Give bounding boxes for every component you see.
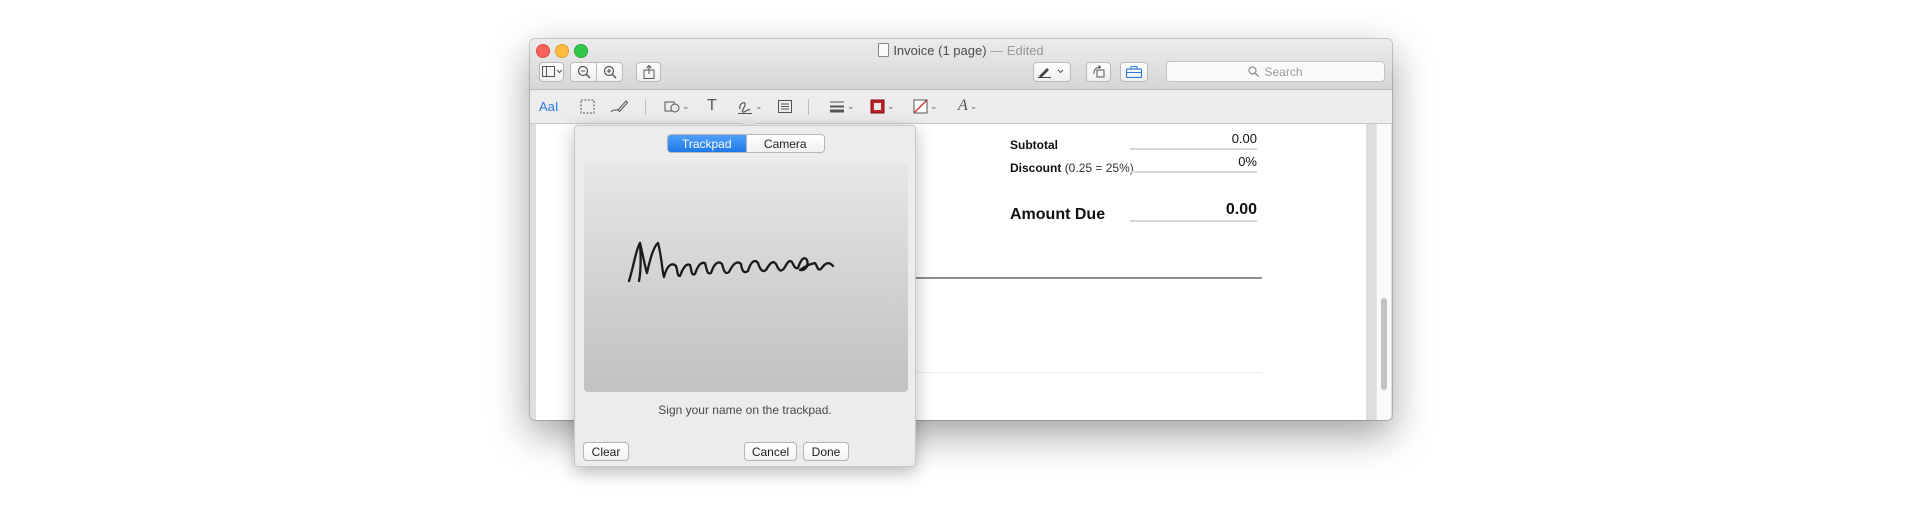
signature-hint: Sign your name on the trackpad. [658,403,832,417]
shape-style-tool[interactable]: ⌄ [829,96,855,116]
fill-color-tool[interactable]: ⌄ [913,96,938,116]
window-title-text: Invoice (1 page) [893,43,987,58]
pen-icon [1038,68,1064,78]
markup-toolbar: AaI ⌄ T ⌄ ⌄ ⌄ ⌄ A ⌄ [530,90,1392,124]
chevron-down-icon: ⌄ [930,100,938,111]
signature-drawing [627,241,835,283]
scrollbar-thumb[interactable] [1381,298,1387,390]
chevron-down-icon: ⌄ [887,100,895,111]
signature-capture-area[interactable] [584,163,908,392]
zoom-out-icon [577,65,590,79]
markup-toolbar-button[interactable] [1033,62,1071,82]
signature-icon [738,102,752,114]
title-separator: — [990,43,1004,58]
rotate-icon [1092,65,1104,78]
font-tool-label: A [958,97,968,114]
sketch-tool[interactable] [610,96,628,116]
cancel-button[interactable]: Cancel [744,442,797,461]
title-bar[interactable]: Invoice (1 page) — Edited Search [530,39,1392,90]
zoom-out-button[interactable] [570,62,597,82]
share-icon [643,65,654,79]
sketch-icon [610,99,628,112]
zoom-in-icon [603,65,616,79]
rotate-button[interactable] [1086,62,1111,82]
rectangular-selection-tool[interactable] [580,96,595,116]
note-icon [778,99,792,113]
discount-note: (0.25 = 25%) [1064,161,1134,175]
clear-button[interactable]: Clear [583,442,629,461]
sidebar-toggle-button[interactable] [539,62,564,82]
shapes-icon [664,101,680,112]
window-title: Invoice (1 page) — Edited [530,43,1392,58]
sidebar-icon [541,66,562,77]
signature-stroke [637,241,642,283]
subtotal-value[interactable]: 0.00 [1130,131,1257,146]
zoom-in-button[interactable] [596,62,623,82]
done-button[interactable]: Done [803,442,849,461]
text-selection-tool[interactable]: AaI [539,96,559,116]
border-color-icon [870,99,885,113]
chevron-down-icon: ⌄ [969,100,978,111]
vertical-scrollbar[interactable] [1376,124,1391,420]
selection-rect-icon [580,99,595,113]
document-icon [878,43,890,57]
search-placeholder: Search [1264,64,1303,79]
search-icon [1248,66,1260,77]
edited-status: Edited [1006,43,1044,58]
amount-due-label: Amount Due [1010,206,1106,223]
chevron-down-icon: ⌄ [682,100,690,111]
signature-source-segmented-control: Trackpad Camera [667,134,825,153]
tab-camera[interactable]: Camera [745,135,824,152]
discount-value[interactable]: 0% [1130,154,1257,169]
search-field[interactable]: Search [1166,61,1385,82]
subtotal-label: Subtotal [1010,138,1058,152]
discount-label: Discount (0.25 = 25%) [1010,161,1134,175]
tab-trackpad[interactable]: Trackpad [668,135,746,152]
note-tool[interactable] [778,96,792,116]
toolbar-divider [808,99,809,115]
text-style-tool[interactable]: A ⌄ [958,96,977,116]
toolbox-button[interactable] [1120,62,1148,82]
discount-label-text: Discount [1010,161,1062,175]
subtotal-underline [1130,148,1257,150]
text-tool[interactable]: T [707,96,717,116]
signature-popover: Trackpad Camera Sign your name on the tr… [574,125,916,467]
signature-tool[interactable]: ⌄ [737,96,763,116]
signature-stroke [627,241,835,283]
fill-color-icon [913,99,928,113]
share-button[interactable] [636,62,661,82]
text-tool-label: T [707,97,717,114]
toolbox-icon [1126,66,1142,78]
amount-due-underline [1130,220,1257,222]
toolbar-divider [645,99,646,115]
discount-underline [1130,171,1257,173]
chevron-down-icon: ⌄ [847,100,855,111]
shapes-tool[interactable]: ⌄ [664,96,690,116]
amount-due-value[interactable]: 0.00 [1130,201,1257,219]
text-selection-label: AaI [539,98,559,114]
chevron-down-icon: ⌄ [755,100,763,111]
border-color-tool[interactable]: ⌄ [870,96,895,116]
line-style-icon [830,101,844,112]
